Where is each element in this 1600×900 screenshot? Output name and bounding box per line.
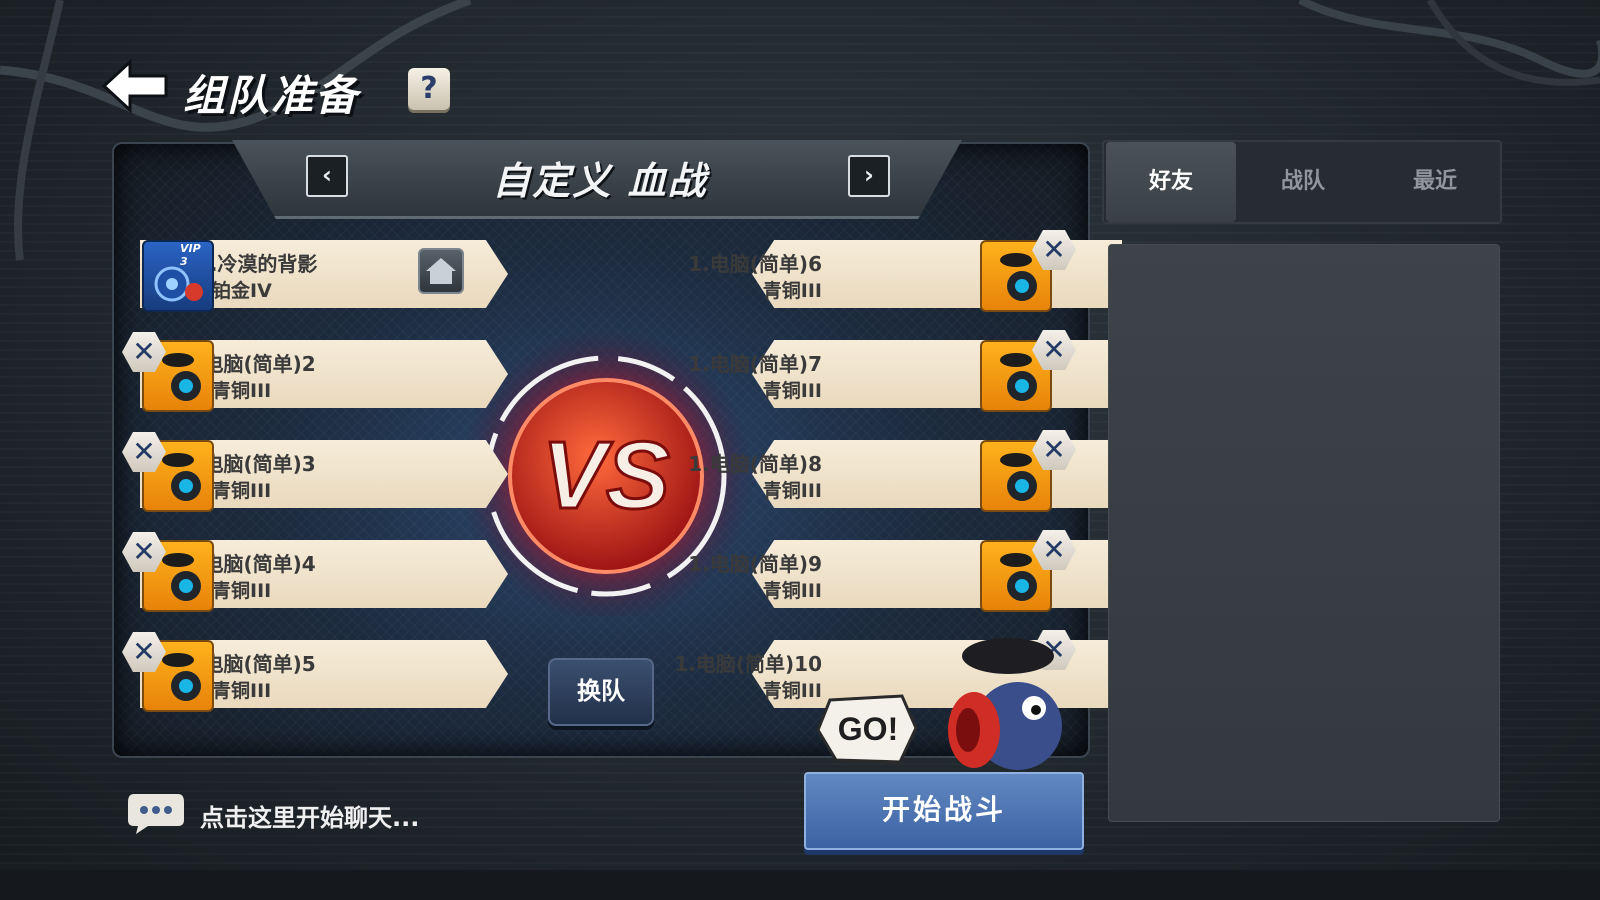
player-avatar[interactable]: VIP 3 [142,240,214,312]
player-rank: 青铜III [212,580,272,602]
vs-label: VS [542,422,670,529]
friends-list[interactable] [1108,244,1500,822]
go-mascot-icon [948,638,1062,770]
player-rank: 青铜III [762,680,822,702]
player-name: 1.电脑(简单)10 [674,652,822,676]
back-arrow-icon[interactable] [100,58,172,114]
player-rank: 青铜III [212,380,272,402]
player-rank: 青铜III [762,280,822,302]
swap-team-button[interactable]: 换队 [548,658,654,726]
mode-prev-button[interactable]: ‹ [306,155,348,197]
chat-bubble-icon[interactable] [124,790,186,836]
player-rank: 铂金IV [212,280,272,302]
vip-badge: VIP 3 [180,242,201,268]
player-rank: 青铜III [212,680,272,702]
player-name: 1.电脑(简单)8 [688,452,822,476]
mode-title: 自定义 血战 [492,159,708,203]
player-rank: 青铜III [762,480,822,502]
tab-recent[interactable]: 最近 [1370,142,1500,222]
home-icon [426,258,456,284]
go-label: GO! [838,711,898,747]
player-rank: 青铜III [212,480,272,502]
bottom-strip [0,870,1600,900]
player-name: 1.电脑(简单)7 [688,352,822,376]
chat-input[interactable]: 点击这里开始聊天... [200,798,419,833]
tab-friends[interactable]: 好友 [1106,142,1236,222]
player-rank: 青铜III [762,380,822,402]
social-tabs: 好友 战队 最近 [1102,140,1502,224]
tab-team[interactable]: 战队 [1238,142,1368,222]
mode-next-button[interactable]: › [848,155,890,197]
page-title: 组队准备 [183,71,360,120]
player-rank: 青铜III [762,580,822,602]
player-name: 1.电脑(简单)6 [688,252,822,276]
player-name: 1.电脑(简单)9 [688,552,822,576]
help-button[interactable]: ? [408,68,450,110]
start-battle-button[interactable]: 开始战斗 [804,772,1084,850]
go-speech-bubble: GO! [816,694,918,764]
home-button[interactable] [418,248,464,294]
